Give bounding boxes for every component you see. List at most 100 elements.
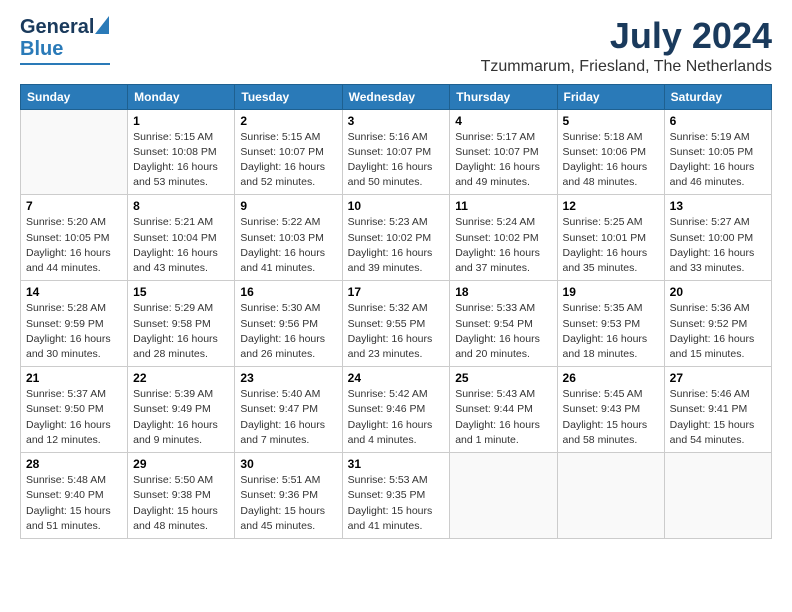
calendar-cell: 8 Sunrise: 5:21 AM Sunset: 10:04 PM Dayli… [128,195,235,281]
day-number: 11 [455,199,551,213]
calendar-cell: 10Sunrise: 5:23 AM Sunset: 10:02 PM Dayl… [342,195,450,281]
calendar-cell: 2Sunrise: 5:15 AM Sunset: 10:07 PM Dayli… [235,109,342,195]
calendar-cell: 5Sunrise: 5:18 AM Sunset: 10:06 PM Dayli… [557,109,664,195]
day-number: 14 [26,285,122,299]
cell-info-text: Sunrise: 5:32 AM Sunset: 9:55 PM Dayligh… [348,301,445,362]
day-number: 26 [563,371,659,385]
calendar-cell: 13 Sunrise: 5:27 AM Sunset: 10:00 PM Dayl… [664,195,771,281]
cell-info-text: Sunrise: 5:17 AM Sunset: 10:07 PM Daylig… [455,130,551,191]
calendar-cell: 29 Sunrise: 5:50 AM Sunset: 9:38 PM Dayli… [128,453,235,539]
day-number: 23 [240,371,336,385]
day-number: 9 [240,199,336,213]
cell-info-text: Sunrise: 5:46 AM Sunset: 9:41 PM Dayligh… [670,387,766,448]
cell-info-text: Sunrise: 5:22 AM Sunset: 10:03 PM Daylig… [240,215,336,276]
logo-underline [20,63,110,65]
cell-info-text: Sunrise: 5:40 AM Sunset: 9:47 PM Dayligh… [240,387,336,448]
weekday-header-row: SundayMondayTuesdayWednesdayThursdayFrid… [21,84,772,109]
calendar-cell: 23 Sunrise: 5:40 AM Sunset: 9:47 PM Dayli… [235,367,342,453]
calendar-cell: 22Sunrise: 5:39 AM Sunset: 9:49 PM Dayli… [128,367,235,453]
cell-info-text: Sunrise: 5:29 AM Sunset: 9:58 PM Dayligh… [133,301,229,362]
month-year-title: July 2024 [481,16,772,56]
calendar-cell: 28 Sunrise: 5:48 AM Sunset: 9:40 PM Dayli… [21,453,128,539]
calendar-cell: 17 Sunrise: 5:32 AM Sunset: 9:55 PM Dayli… [342,281,450,367]
day-number: 19 [563,285,659,299]
day-number: 29 [133,457,229,471]
calendar-cell: 12 Sunrise: 5:25 AM Sunset: 10:01 PM Dayl… [557,195,664,281]
calendar-cell: 16 Sunrise: 5:30 AM Sunset: 9:56 PM Dayli… [235,281,342,367]
calendar-cell: 25Sunrise: 5:43 AM Sunset: 9:44 PM Dayli… [450,367,557,453]
day-number: 30 [240,457,336,471]
calendar-cell: 7 Sunrise: 5:20 AM Sunset: 10:05 PM Dayli… [21,195,128,281]
cell-info-text: Sunrise: 5:48 AM Sunset: 9:40 PM Dayligh… [26,473,122,534]
weekday-header-monday: Monday [128,84,235,109]
day-number: 21 [26,371,122,385]
calendar-week-row: 14 Sunrise: 5:28 AM Sunset: 9:59 PM Dayli… [21,281,772,367]
day-number: 16 [240,285,336,299]
calendar-cell: 31 Sunrise: 5:53 AM Sunset: 9:35 PM Dayli… [342,453,450,539]
cell-info-text: Sunrise: 5:33 AM Sunset: 9:54 PM Dayligh… [455,301,551,362]
cell-info-text: Sunrise: 5:24 AM Sunset: 10:02 PM Daylig… [455,215,551,276]
day-number: 27 [670,371,766,385]
cell-info-text: Sunrise: 5:37 AM Sunset: 9:50 PM Dayligh… [26,387,122,448]
page-header: General Blue July 2024 Tzummarum, Friesl… [20,16,772,76]
calendar-cell [664,453,771,539]
calendar-cell: 24Sunrise: 5:42 AM Sunset: 9:46 PM Dayli… [342,367,450,453]
day-number: 5 [563,114,659,128]
day-number: 15 [133,285,229,299]
cell-info-text: Sunrise: 5:20 AM Sunset: 10:05 PM Daylig… [26,215,122,276]
cell-info-text: Sunrise: 5:45 AM Sunset: 9:43 PM Dayligh… [563,387,659,448]
calendar-cell: 27 Sunrise: 5:46 AM Sunset: 9:41 PM Dayli… [664,367,771,453]
calendar-week-row: 28 Sunrise: 5:48 AM Sunset: 9:40 PM Dayli… [21,453,772,539]
cell-info-text: Sunrise: 5:35 AM Sunset: 9:53 PM Dayligh… [563,301,659,362]
weekday-header-wednesday: Wednesday [342,84,450,109]
cell-info-text: Sunrise: 5:30 AM Sunset: 9:56 PM Dayligh… [240,301,336,362]
calendar-cell: 15 Sunrise: 5:29 AM Sunset: 9:58 PM Dayli… [128,281,235,367]
calendar-body: 1Sunrise: 5:15 AM Sunset: 10:08 PM Dayli… [21,109,772,538]
day-number: 17 [348,285,445,299]
day-number: 31 [348,457,445,471]
cell-info-text: Sunrise: 5:16 AM Sunset: 10:07 PM Daylig… [348,130,445,191]
weekday-header-tuesday: Tuesday [235,84,342,109]
weekday-header-thursday: Thursday [450,84,557,109]
calendar-cell: 4 Sunrise: 5:17 AM Sunset: 10:07 PM Dayli… [450,109,557,195]
day-number: 8 [133,199,229,213]
day-number: 1 [133,114,229,128]
day-number: 13 [670,199,766,213]
day-number: 7 [26,199,122,213]
calendar-cell: 18Sunrise: 5:33 AM Sunset: 9:54 PM Dayli… [450,281,557,367]
logo: General Blue [20,16,110,65]
weekday-header-sunday: Sunday [21,84,128,109]
day-number: 12 [563,199,659,213]
day-number: 4 [455,114,551,128]
calendar-week-row: 7 Sunrise: 5:20 AM Sunset: 10:05 PM Dayli… [21,195,772,281]
calendar-cell [450,453,557,539]
location-subtitle: Tzummarum, Friesland, The Netherlands [481,58,772,76]
calendar-cell: 1Sunrise: 5:15 AM Sunset: 10:08 PM Dayli… [128,109,235,195]
calendar-cell: 21 Sunrise: 5:37 AM Sunset: 9:50 PM Dayli… [21,367,128,453]
cell-info-text: Sunrise: 5:25 AM Sunset: 10:01 PM Daylig… [563,215,659,276]
day-number: 22 [133,371,229,385]
weekday-header-friday: Friday [557,84,664,109]
calendar-header: SundayMondayTuesdayWednesdayThursdayFrid… [21,84,772,109]
cell-info-text: Sunrise: 5:53 AM Sunset: 9:35 PM Dayligh… [348,473,445,534]
logo-blue-text: Blue [20,38,63,61]
cell-info-text: Sunrise: 5:28 AM Sunset: 9:59 PM Dayligh… [26,301,122,362]
calendar-table: SundayMondayTuesdayWednesdayThursdayFrid… [20,84,772,539]
cell-info-text: Sunrise: 5:36 AM Sunset: 9:52 PM Dayligh… [670,301,766,362]
logo-general-text: General [20,17,94,37]
cell-info-text: Sunrise: 5:43 AM Sunset: 9:44 PM Dayligh… [455,387,551,448]
cell-info-text: Sunrise: 5:21 AM Sunset: 10:04 PM Daylig… [133,215,229,276]
weekday-header-saturday: Saturday [664,84,771,109]
cell-info-text: Sunrise: 5:27 AM Sunset: 10:00 PM Daylig… [670,215,766,276]
logo-triangle-icon [95,16,109,38]
calendar-cell: 6Sunrise: 5:19 AM Sunset: 10:05 PM Dayli… [664,109,771,195]
day-number: 20 [670,285,766,299]
calendar-cell [21,109,128,195]
calendar-cell: 9 Sunrise: 5:22 AM Sunset: 10:03 PM Dayli… [235,195,342,281]
cell-info-text: Sunrise: 5:50 AM Sunset: 9:38 PM Dayligh… [133,473,229,534]
cell-info-text: Sunrise: 5:15 AM Sunset: 10:07 PM Daylig… [240,130,336,191]
day-number: 3 [348,114,445,128]
calendar-week-row: 21 Sunrise: 5:37 AM Sunset: 9:50 PM Dayli… [21,367,772,453]
calendar-cell: 3 Sunrise: 5:16 AM Sunset: 10:07 PM Dayli… [342,109,450,195]
day-number: 28 [26,457,122,471]
